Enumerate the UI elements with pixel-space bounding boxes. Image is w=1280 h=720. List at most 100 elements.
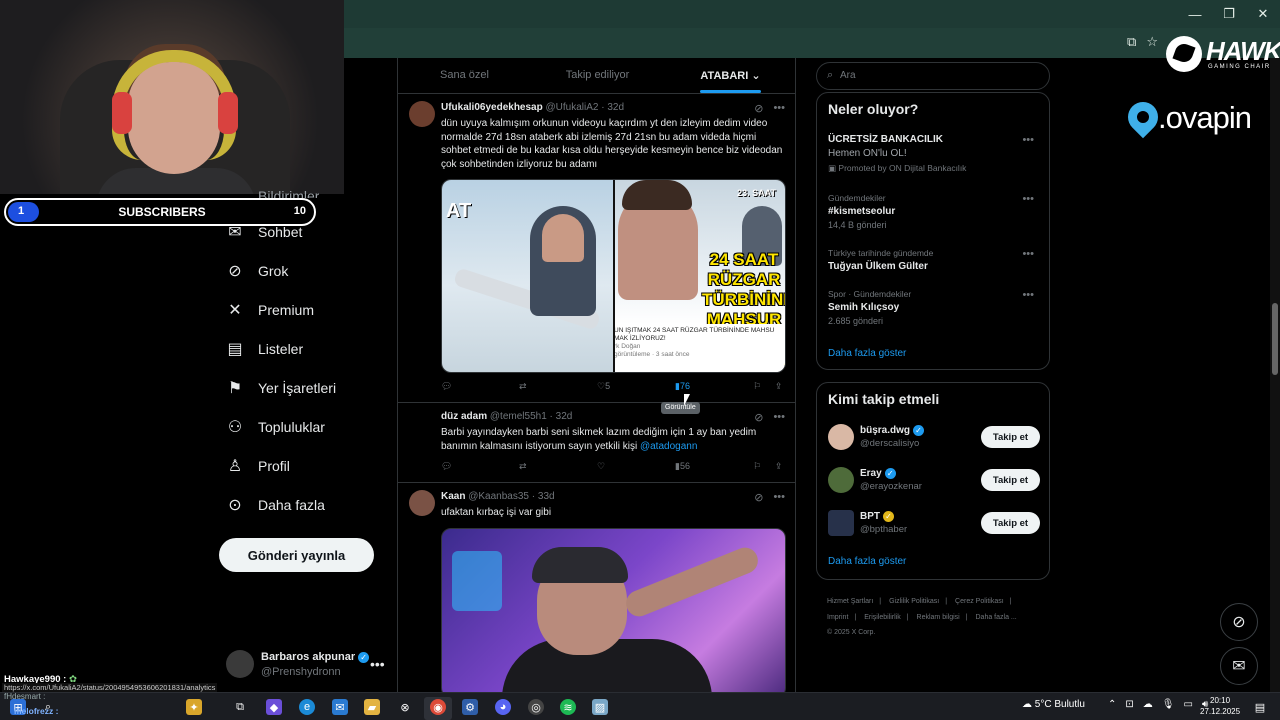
app-icon[interactable]: ▨ bbox=[592, 699, 608, 715]
footer-link[interactable]: Reklam bilgisi bbox=[917, 614, 960, 621]
more-icon[interactable]: ••• bbox=[1022, 248, 1034, 260]
trend-item[interactable]: Türkiye tarihinde gündemde Tuğyan Ülkem … bbox=[828, 248, 1040, 272]
tweet-author-name[interactable]: düz adam bbox=[441, 411, 487, 422]
reply-icon[interactable]: 💬︎ bbox=[441, 461, 452, 472]
tweet[interactable]: Ufukali06yedekhesap @UfukaliA2 · 32d ⊘ •… bbox=[398, 95, 795, 403]
chrome-icon[interactable]: ◉ bbox=[430, 699, 446, 715]
avatar[interactable] bbox=[409, 101, 435, 127]
more-icon[interactable]: ••• bbox=[1022, 193, 1034, 205]
trend-item-promoted[interactable]: ÜCRETSİZ BANKACILIK Hemen ON'lu OL! ▣ Pr… bbox=[828, 134, 1040, 174]
messages-floating-button[interactable]: ✉ bbox=[1220, 647, 1258, 685]
repost-icon[interactable]: ⇄ bbox=[519, 461, 527, 472]
post-button[interactable]: Gönderi yayınla bbox=[219, 538, 374, 572]
widget-icon[interactable]: ✦ bbox=[186, 699, 202, 715]
nav-item-chat[interactable]: ✉ Sohbet bbox=[226, 218, 302, 246]
obs-icon[interactable]: ◎ bbox=[528, 699, 544, 715]
edge-icon[interactable]: e bbox=[299, 699, 315, 715]
more-icon[interactable]: ••• bbox=[773, 491, 785, 504]
discord-icon[interactable]: ◕ bbox=[495, 699, 511, 715]
bookmark-star-icon[interactable]: ☆ bbox=[1146, 34, 1158, 50]
nav-item-premium[interactable]: ✕ Premium bbox=[226, 296, 314, 324]
more-icon[interactable]: ••• bbox=[370, 656, 385, 672]
views-button[interactable]: ▮ 76 bbox=[675, 381, 690, 392]
more-icon[interactable]: ••• bbox=[1022, 289, 1034, 301]
avatar[interactable] bbox=[828, 510, 854, 536]
reply-icon[interactable]: 💬︎ bbox=[441, 381, 452, 392]
follow-button[interactable]: Takip et bbox=[981, 512, 1040, 534]
tray-app-icon[interactable]: ⊡ bbox=[1125, 699, 1133, 710]
share-icon[interactable]: ⇪ bbox=[775, 461, 783, 472]
trends-show-more-link[interactable]: Daha fazla göster bbox=[828, 348, 906, 359]
tweet-author-handle[interactable]: @UfukaliA2 bbox=[546, 102, 599, 113]
avatar[interactable] bbox=[409, 410, 435, 436]
weather-widget[interactable]: ☁ 5°C Bulutlu bbox=[1022, 699, 1085, 710]
search-icon[interactable]: ⌕ bbox=[40, 699, 56, 715]
tweet-media-video[interactable] bbox=[441, 528, 786, 692]
copilot-icon[interactable]: ◆ bbox=[266, 699, 282, 715]
bookmark-icon[interactable]: ⚐ bbox=[753, 381, 761, 392]
who-to-follow-show-more-link[interactable]: Daha fazla göster bbox=[828, 556, 906, 567]
microphone-icon[interactable]: 🎙︎ bbox=[1162, 699, 1175, 710]
restore-button[interactable]: ❐ bbox=[1212, 0, 1246, 28]
mail-app-icon[interactable]: ✉ bbox=[332, 699, 348, 715]
nav-item-communities[interactable]: ⚇ Topluluklar bbox=[226, 413, 325, 441]
footer-link[interactable]: Erişilebilirlik bbox=[864, 614, 901, 621]
footer-link[interactable]: Daha fazla ... bbox=[976, 614, 1017, 621]
nav-item-bookmarks[interactable]: ⚑ Yer İşaretleri bbox=[226, 374, 336, 402]
minimize-button[interactable]: — bbox=[1178, 0, 1212, 28]
tweet[interactable]: düz adam @temel55h1 · 32d ⊘ ••• Barbi ya… bbox=[398, 404, 795, 483]
repost-icon[interactable]: ⇄ bbox=[519, 381, 527, 392]
avatar[interactable] bbox=[828, 424, 854, 450]
follow-suggestion[interactable]: BPT ✓ @bpthaber Takip et bbox=[828, 508, 1040, 538]
nav-item-grok[interactable]: ⊘ Grok bbox=[226, 257, 288, 285]
nav-item-more[interactable]: ⊙ Daha fazla bbox=[226, 491, 325, 519]
onedrive-icon[interactable]: ☁ bbox=[1143, 699, 1153, 710]
avatar[interactable] bbox=[409, 490, 435, 516]
footer-link[interactable]: Imprint bbox=[827, 614, 848, 621]
steam-icon[interactable]: ⚙ bbox=[462, 699, 478, 715]
scrollbar-thumb[interactable] bbox=[1272, 303, 1278, 375]
nav-item-notifications-partial[interactable]: Bildirimler bbox=[258, 188, 319, 198]
more-icon[interactable]: ••• bbox=[773, 411, 785, 424]
share-icon[interactable]: ⇪ bbox=[775, 381, 783, 392]
follow-suggestion[interactable]: Eray ✓ @erayozkenar Takip et bbox=[828, 465, 1040, 495]
system-clock[interactable]: 20:10 27.12.2025 bbox=[1200, 695, 1240, 717]
nav-item-profile[interactable]: ♙ Profil bbox=[226, 452, 290, 480]
tweet-author-name[interactable]: Kaan bbox=[441, 491, 465, 502]
scrollbar[interactable] bbox=[1270, 58, 1280, 692]
tweet-author-name[interactable]: Ufukali06yedekhesap bbox=[441, 102, 543, 113]
file-explorer-icon[interactable]: ▰ bbox=[364, 699, 380, 715]
tweet-media-thumbnail[interactable]: AT 23. SAAT 24 SAAT RÜZGAR TÜRBİNİNDE MA… bbox=[441, 179, 786, 373]
grok-floating-button[interactable]: ⊘ bbox=[1220, 603, 1258, 641]
trend-item[interactable]: Spor · Gündemdekiler Semih Kılıçsoy 2.68… bbox=[828, 289, 1040, 326]
more-icon[interactable]: ••• bbox=[773, 102, 785, 115]
install-app-icon[interactable]: ⧉ bbox=[1127, 34, 1136, 50]
tweet-mention-link[interactable]: @atadogann bbox=[640, 441, 697, 452]
task-view-icon[interactable]: ⧉ bbox=[232, 699, 248, 715]
nav-item-lists[interactable]: ▤ Listeler bbox=[226, 335, 303, 363]
grok-icon[interactable]: ⊘ bbox=[754, 491, 763, 504]
account-switcher[interactable]: Barbaros akpunar ✓ @Prenshydronn ••• bbox=[226, 648, 386, 682]
chevron-up-icon[interactable]: ⌃ bbox=[1108, 699, 1116, 710]
trend-item[interactable]: Gündemdekiler #kismetseolur 14,4 B gönde… bbox=[828, 193, 1040, 230]
address-bar[interactable]: ⧉ ☆ bbox=[344, 28, 1280, 58]
like-icon[interactable]: ♡ bbox=[597, 461, 605, 472]
tweet-author-handle[interactable]: @temel55h1 bbox=[490, 411, 547, 422]
follow-button[interactable]: Takip et bbox=[981, 426, 1040, 448]
tab-following[interactable]: Takip ediliyor bbox=[531, 58, 664, 93]
footer-link[interactable]: Gizlilik Politikası bbox=[889, 598, 939, 605]
xbox-icon[interactable]: ⊗ bbox=[397, 699, 413, 715]
more-icon[interactable]: ••• bbox=[1022, 134, 1034, 146]
tab-for-you[interactable]: Sana özel bbox=[398, 58, 531, 93]
notification-icon[interactable]: ▤ bbox=[1252, 699, 1268, 715]
close-button[interactable]: ✕ bbox=[1246, 0, 1280, 28]
grok-icon[interactable]: ⊘ bbox=[754, 411, 763, 424]
spotify-icon[interactable]: ≋ bbox=[560, 699, 576, 715]
search-input[interactable]: ⌕ Ara bbox=[816, 62, 1050, 90]
follow-button[interactable]: Takip et bbox=[981, 469, 1040, 491]
network-icon[interactable]: ▭ bbox=[1183, 699, 1192, 710]
views-button[interactable]: ▮ 56 bbox=[675, 461, 690, 472]
follow-suggestion[interactable]: büşra.dwg ✓ @derscalisiyo Takip et bbox=[828, 422, 1040, 452]
bookmark-icon[interactable]: ⚐ bbox=[753, 461, 761, 472]
tweet-author-handle[interactable]: @Kaanbas35 bbox=[468, 491, 529, 502]
